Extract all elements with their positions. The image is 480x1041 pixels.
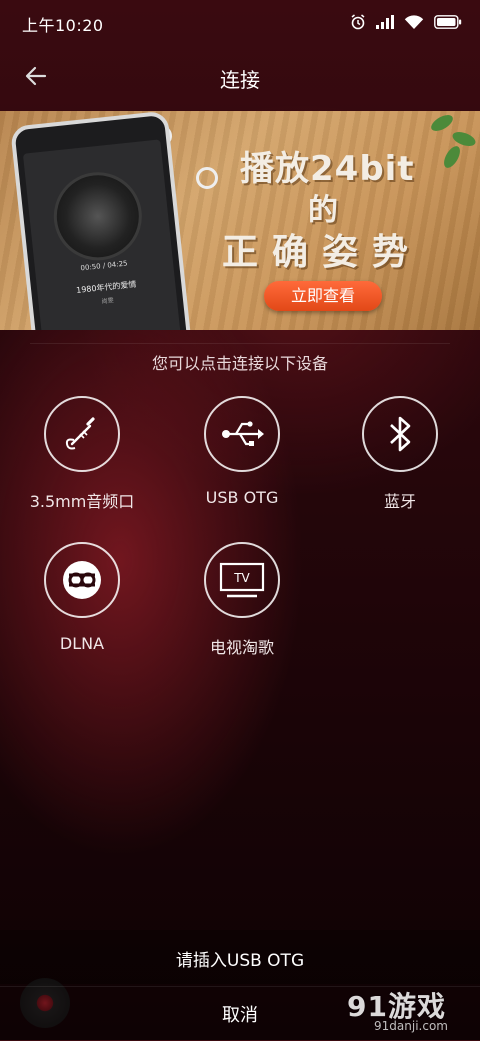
insert-usb-prompt: 请插入USB OTG [175, 951, 305, 971]
device-label: 蓝牙 [383, 492, 416, 511]
prompt-bar: 请插入USB OTG [0, 930, 480, 984]
bluetooth-icon [362, 396, 438, 472]
device-label: DLNA [59, 634, 105, 653]
device-usb-otg[interactable]: USB OTG [162, 396, 322, 516]
usb-icon [204, 396, 280, 472]
device-audio-jack[interactable]: 3.5mm音频口 [2, 396, 162, 516]
status-time: 上午10:20 [22, 16, 104, 35]
wifi-icon [404, 14, 424, 30]
page-title: 连接 [220, 68, 260, 92]
watermark-url: 91danji.com [374, 1019, 448, 1033]
promo-banner[interactable]: 00:50 / 04:25 1980年代的爱情 尚雯 播放24bit 的 正确姿… [0, 111, 480, 330]
banner-headline-1: 播放24bit [240, 149, 415, 189]
status-bar: 上午10:20 [0, 0, 480, 44]
nav-bar: 连接 [0, 50, 480, 106]
alarm-icon [350, 14, 366, 30]
watermark: 91游戏 91danji.com [266, 985, 466, 1039]
section-hint: 您可以点击连接以下设备 [151, 354, 328, 373]
view-now-button[interactable]: 立即查看 [264, 281, 382, 311]
device-label: 电视淘歌 [209, 638, 274, 657]
phone-image: 00:50 / 04:25 1980年代的爱情 尚雯 [10, 111, 193, 330]
device-label: 3.5mm音频口 [29, 492, 135, 511]
headphone-jack-icon [44, 396, 120, 472]
device-label: USB OTG [205, 488, 279, 507]
album-art [49, 167, 147, 265]
divider [30, 343, 450, 344]
device-bluetooth[interactable]: 蓝牙 [320, 396, 480, 516]
signal-icon [376, 15, 394, 29]
tv-icon-text: TV [233, 571, 250, 585]
battery-icon [434, 15, 462, 29]
status-icons [350, 10, 462, 34]
phone-screen: 00:50 / 04:25 1980年代的爱情 尚雯 [22, 139, 181, 330]
tv-icon: TV [204, 542, 280, 618]
device-tv[interactable]: TV 电视淘歌 [162, 542, 322, 662]
earbud-decoration [196, 167, 218, 189]
dlna-icon [44, 542, 120, 618]
banner-headline-3: 正确姿势 [222, 232, 423, 273]
device-dlna[interactable]: DLNA [2, 542, 162, 662]
